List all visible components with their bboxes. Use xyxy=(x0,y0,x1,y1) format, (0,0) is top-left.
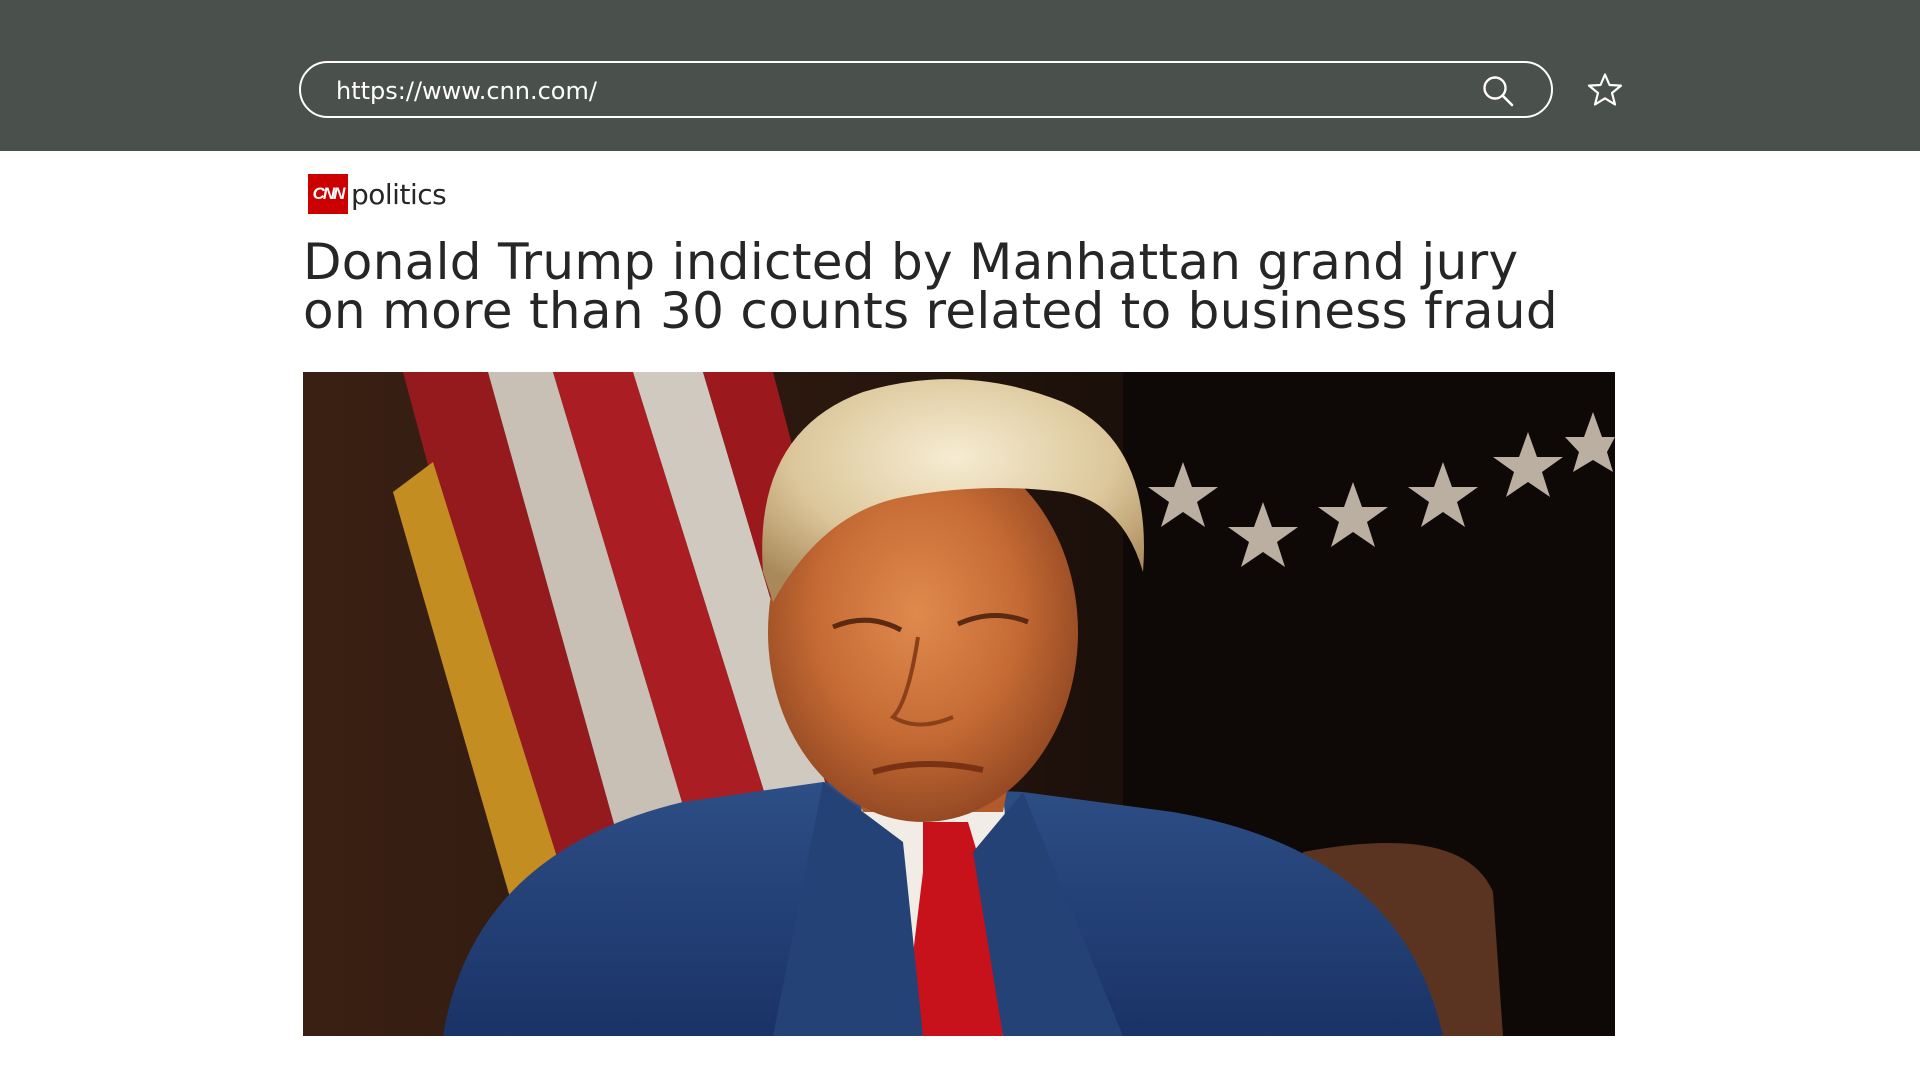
cnn-politics-logo[interactable]: CNN politics xyxy=(308,173,447,215)
search-icon[interactable] xyxy=(1481,74,1515,108)
cnn-logo: CNN xyxy=(308,174,348,214)
section-label: politics xyxy=(351,177,447,211)
hero-photo xyxy=(303,372,1615,1036)
browser-toolbar: https://www.cnn.com/ xyxy=(0,0,1920,151)
star-icon[interactable] xyxy=(1587,72,1623,108)
hero-image xyxy=(303,372,1615,1036)
cnn-logo-text: CNN xyxy=(312,184,346,203)
address-bar[interactable]: https://www.cnn.com/ xyxy=(299,61,1553,118)
article-headline: Donald Trump indicted by Manhattan grand… xyxy=(303,237,1617,336)
headline-line-2: on more than 30 counts related to busine… xyxy=(303,282,1558,340)
url-text[interactable]: https://www.cnn.com/ xyxy=(336,77,597,105)
